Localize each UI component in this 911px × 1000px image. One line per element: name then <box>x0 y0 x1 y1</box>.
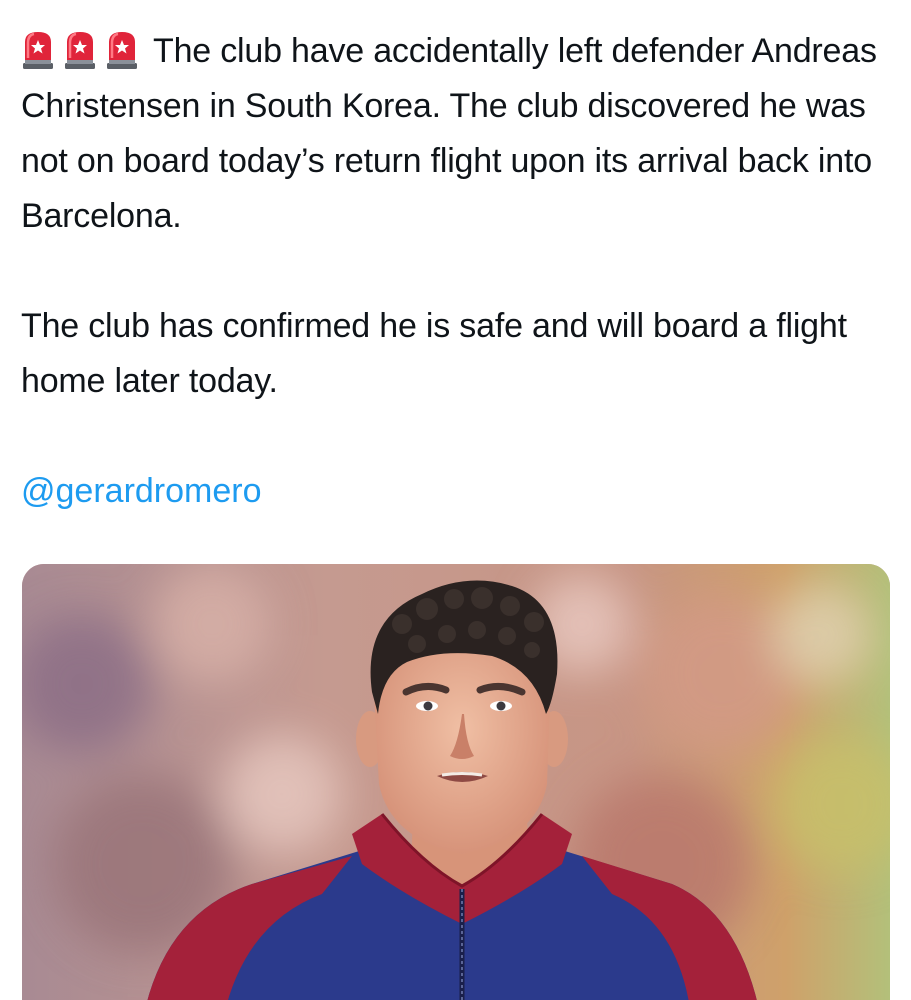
rotating-light-icon <box>107 32 137 69</box>
tweet-text: The club have accidentally left defender… <box>21 24 901 409</box>
tweet-paragraph-1-text: The club have accidentally left defender… <box>21 32 877 235</box>
photo-footballer <box>22 564 890 1000</box>
rotating-light-icon <box>23 32 53 69</box>
tweet-paragraph-2: The club has confirmed he is safe and wi… <box>21 307 847 400</box>
tweet-body: The club have accidentally left defender… <box>21 24 901 519</box>
mention-link[interactable]: @gerardromero <box>21 464 901 519</box>
rotating-light-icon <box>65 32 95 69</box>
tweet-media-photo[interactable] <box>22 564 890 1000</box>
tweet-paragraph-1: The club have accidentally left defender… <box>21 24 901 244</box>
